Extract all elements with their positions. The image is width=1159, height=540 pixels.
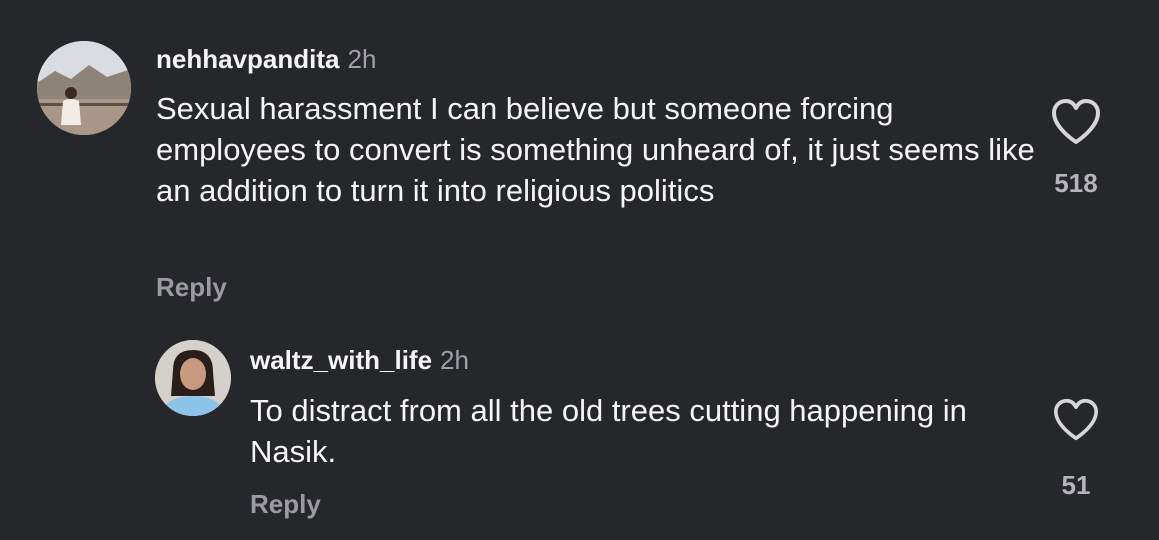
like-count: 518 bbox=[1054, 168, 1098, 198]
heart-outline-icon bbox=[1054, 398, 1098, 441]
avatar-photo bbox=[155, 340, 231, 416]
avatar[interactable] bbox=[155, 340, 231, 416]
comment-username[interactable]: waltz_with_life 2h bbox=[250, 345, 469, 376]
username-text[interactable]: nehhavpandita bbox=[156, 44, 339, 74]
reply-button[interactable]: Reply bbox=[156, 272, 227, 303]
avatar-photo bbox=[37, 41, 131, 135]
like-button[interactable] bbox=[1050, 98, 1102, 146]
comment-text: To distract from all the old trees cutti… bbox=[250, 393, 967, 469]
comment-timestamp: 2h bbox=[440, 345, 469, 375]
avatar[interactable] bbox=[37, 41, 131, 135]
heart-outline-icon bbox=[1052, 99, 1100, 144]
like-button[interactable] bbox=[1052, 398, 1100, 442]
reply-button[interactable]: Reply bbox=[250, 489, 321, 520]
username-text[interactable]: waltz_with_life bbox=[250, 345, 432, 375]
comment-timestamp: 2h bbox=[347, 44, 377, 74]
like-count: 51 bbox=[1061, 470, 1091, 500]
comment-text: Sexual harassment I can believe but some… bbox=[156, 91, 1035, 208]
comment-username[interactable]: nehhavpandita 2h bbox=[156, 44, 376, 75]
